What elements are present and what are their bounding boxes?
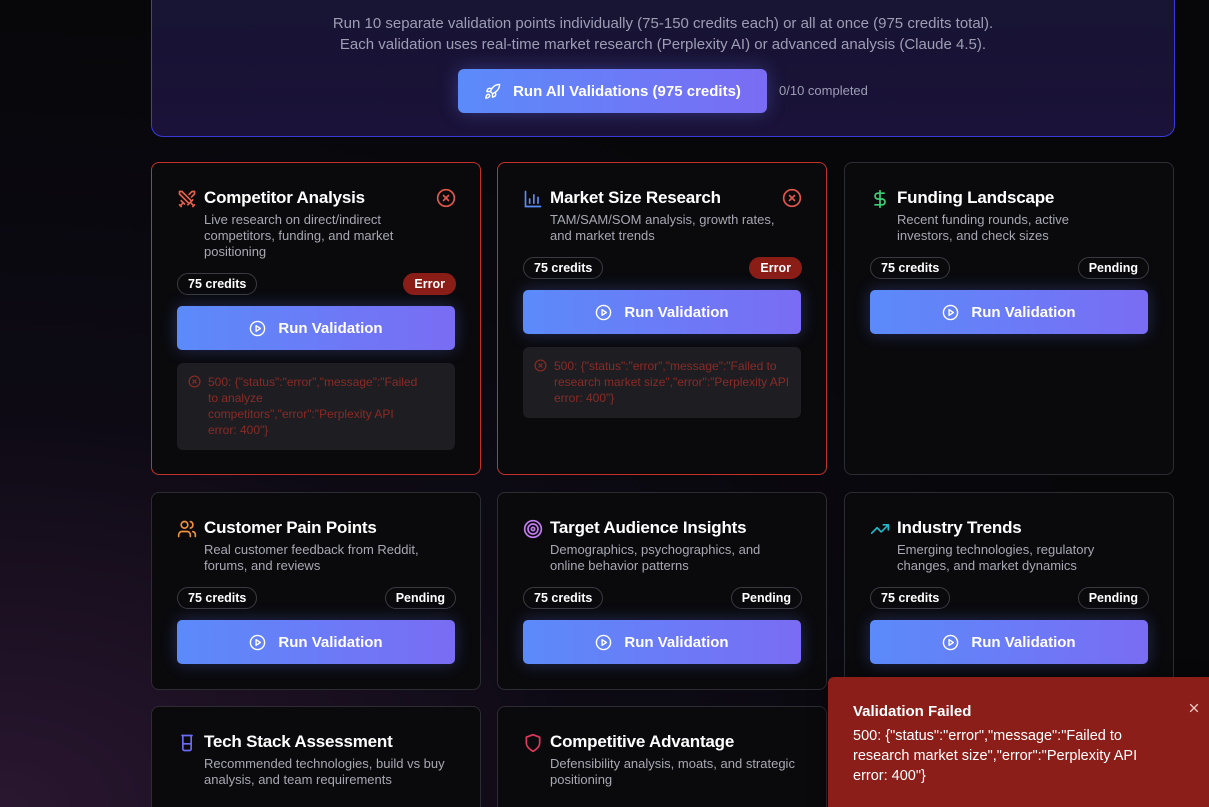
card-title: Competitive Advantage <box>550 732 735 751</box>
run-validation-button[interactable]: Run Validation <box>523 620 801 664</box>
play-circle-icon <box>943 304 959 320</box>
credits-badge: 75 credits <box>177 273 258 295</box>
credits-badge: 75 credits <box>870 257 951 279</box>
credits-badge: 75 credits <box>870 587 951 609</box>
card-description: Recommended technologies, build vs buy a… <box>204 756 445 787</box>
card-tech-stack-assessment: Tech Stack Assessment Recommended techno… <box>151 706 481 807</box>
toast-message: 500: {"status":"error","message":"Failed… <box>853 728 1138 784</box>
card-market-size-research: Market Size Research TAM/SAM/SOM analysi… <box>497 162 827 475</box>
rocket-icon <box>485 83 501 99</box>
play-circle-icon <box>943 634 959 650</box>
card-title: Tech Stack Assessment <box>204 732 393 751</box>
credits-badge: 75 credits <box>523 257 604 279</box>
shield-icon <box>525 733 541 753</box>
hero-description-line-1: Run 10 separate validation points indivi… <box>332 15 994 32</box>
card-title: Target Audience Insights <box>550 518 747 537</box>
card-description: Emerging technologies, regulatory change… <box>897 542 1095 573</box>
card-target-audience-insights: Target Audience Insights Demographics, p… <box>497 492 827 690</box>
validation-hero-panel: Run 10 separate validation points indivi… <box>151 0 1175 137</box>
error-message-text: 500: {"status":"error","message":"Failed… <box>208 375 418 437</box>
card-title: Customer Pain Points <box>204 518 377 537</box>
run-validation-button[interactable]: Run Validation <box>870 290 1148 334</box>
card-description: TAM/SAM/SOM analysis, growth rates, and … <box>550 212 775 243</box>
run-validation-button[interactable]: Run Validation <box>870 620 1148 664</box>
play-circle-icon <box>596 304 612 320</box>
trending-up-icon <box>870 524 890 534</box>
completion-progress: 0/10 completed <box>779 83 868 98</box>
cylinder-icon <box>181 734 193 752</box>
credits-badge: 75 credits <box>177 587 258 609</box>
users-icon <box>177 520 197 538</box>
close-icon[interactable] <box>1187 701 1201 715</box>
card-title: Market Size Research <box>550 188 721 207</box>
card-title: Industry Trends <box>897 518 1022 537</box>
card-description: Demographics, psychographics, and online… <box>550 542 761 573</box>
card-title: Competitor Analysis <box>204 188 365 207</box>
dollar-icon <box>874 189 886 209</box>
card-funding-landscape: Funding Landscape Recent funding rounds,… <box>844 162 1174 475</box>
card-title: Funding Landscape <box>897 188 1055 207</box>
swords-icon <box>178 190 196 208</box>
card-industry-trends: Industry Trends Emerging technologies, r… <box>844 492 1174 690</box>
play-circle-icon <box>596 634 612 650</box>
run-validation-label: Run Validation <box>971 303 1076 321</box>
error-circle-x-icon <box>782 188 802 208</box>
play-circle-icon <box>250 634 266 650</box>
target-icon <box>523 519 543 539</box>
card-description: Defensibility analysis, moats, and strat… <box>550 756 795 787</box>
hero-description: Run 10 separate validation points indivi… <box>152 13 1174 55</box>
card-competitive-advantage: Competitive Advantage Defensibility anal… <box>497 706 827 807</box>
run-validation-label: Run Validation <box>971 633 1076 651</box>
run-all-label: Run All Validations (975 credits) <box>513 82 741 100</box>
status-badge: Pending <box>730 587 802 609</box>
run-all-validations-button[interactable]: Run All Validations (975 credits) <box>458 69 767 113</box>
bar-chart-icon <box>524 190 542 208</box>
card-customer-pain-points: Customer Pain Points Real customer feedb… <box>151 492 481 690</box>
card-description: Live research on direct/indirect competi… <box>204 212 394 259</box>
hero-description-line-2: Each validation uses real-time market re… <box>339 36 987 53</box>
error-message-box: 500: {"status":"error","message":"Failed… <box>177 363 455 450</box>
status-badge: Pending <box>384 587 456 609</box>
error-message-text: 500: {"status":"error","message":"Failed… <box>554 359 790 405</box>
run-validation-label: Run Validation <box>624 633 729 651</box>
toast-title: Validation Failed <box>853 703 972 720</box>
validation-failed-toast: Validation Failed 500: {"status":"error"… <box>828 677 1209 807</box>
status-badge: Pending <box>1077 587 1149 609</box>
status-badge: Error <box>749 257 802 279</box>
run-validation-label: Run Validation <box>624 303 729 321</box>
run-validation-label: Run Validation <box>278 633 383 651</box>
card-competitor-analysis: Competitor Analysis Live research on dir… <box>151 162 481 475</box>
error-circle-x-icon <box>436 188 456 208</box>
run-validation-button[interactable]: Run Validation <box>177 620 455 664</box>
play-circle-icon <box>250 320 266 336</box>
card-description: Real customer feedback from Reddit, foru… <box>204 542 419 573</box>
run-validation-button[interactable]: Run Validation <box>177 306 455 350</box>
run-validation-button[interactable]: Run Validation <box>523 290 801 334</box>
error-message-box: 500: {"status":"error","message":"Failed… <box>523 347 801 418</box>
status-badge: Pending <box>1077 257 1149 279</box>
run-validation-label: Run Validation <box>278 319 383 337</box>
card-description: Recent funding rounds, active investors,… <box>897 212 1069 243</box>
credits-badge: 75 credits <box>523 587 604 609</box>
error-x-icon <box>534 359 547 372</box>
error-x-icon <box>188 375 201 388</box>
status-badge: Error <box>403 273 456 295</box>
